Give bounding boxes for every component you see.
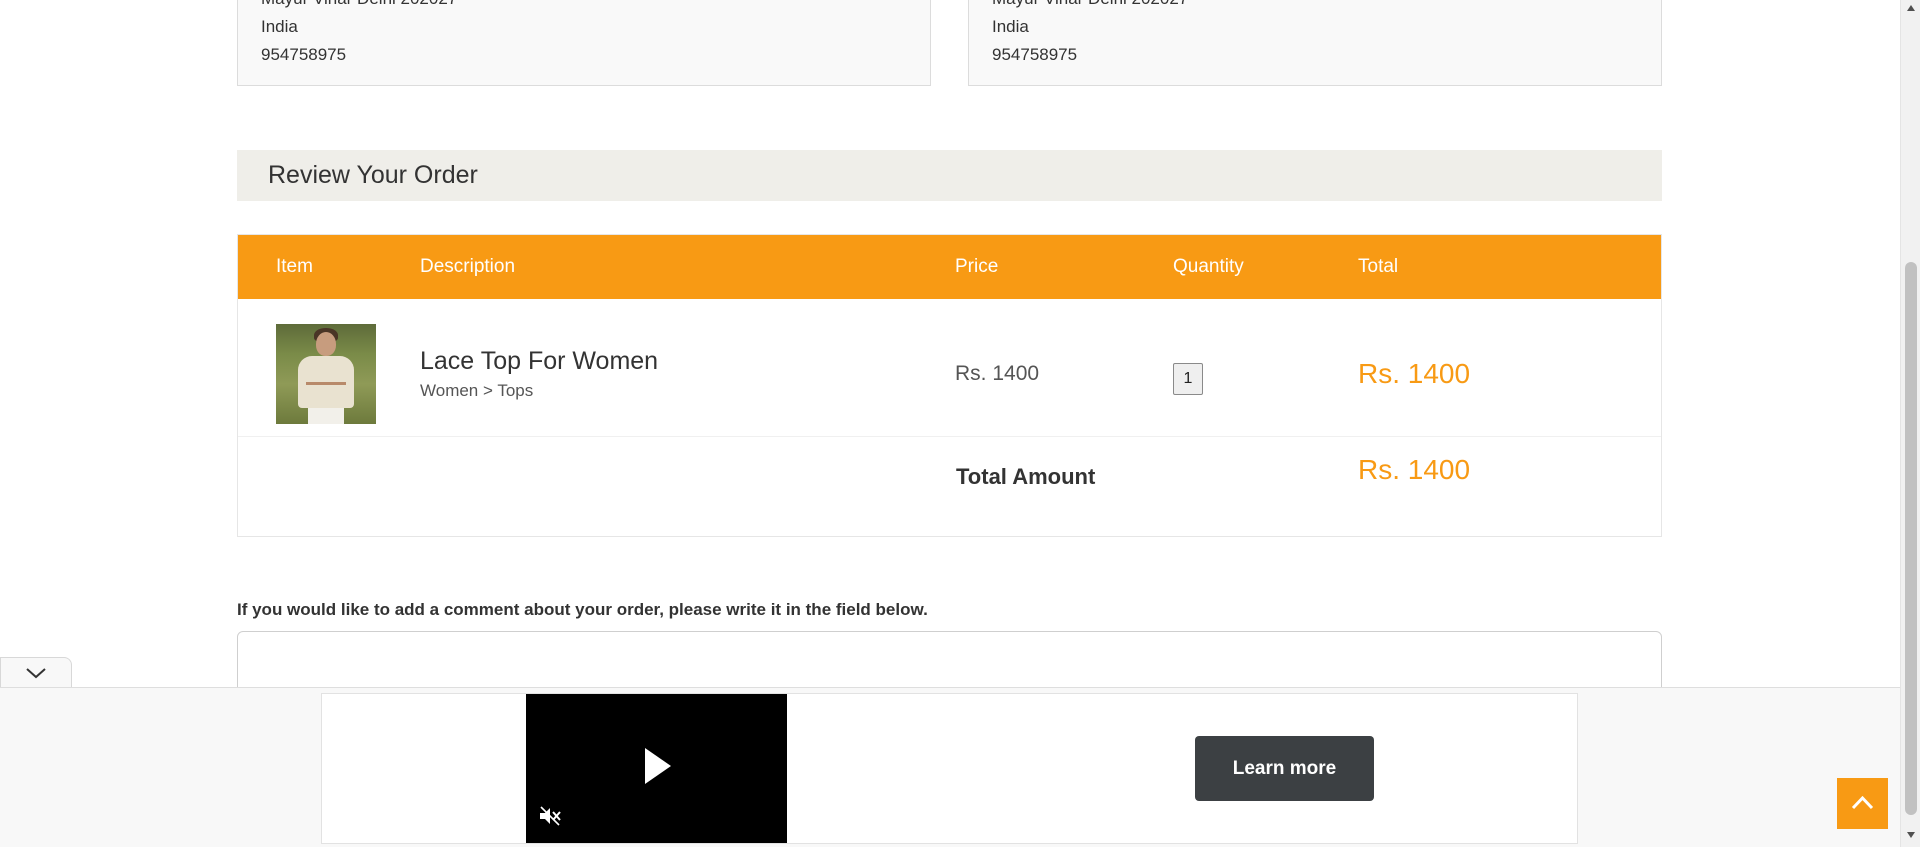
column-header-price: Price bbox=[955, 256, 999, 277]
address-phone: 954758975 bbox=[261, 45, 347, 64]
product-photo[interactable] bbox=[276, 324, 376, 424]
comment-instructions: If you would like to add a comment about… bbox=[237, 600, 928, 619]
ad-frame[interactable] bbox=[321, 693, 1578, 844]
address-country: India bbox=[992, 17, 1029, 36]
learn-more-button[interactable]: Learn more bbox=[1195, 736, 1374, 801]
column-header-quantity: Quantity bbox=[1173, 256, 1244, 277]
scrollbar-thumb[interactable] bbox=[1905, 262, 1917, 815]
address-line: Mayur Vihar Delhi 202027 bbox=[261, 0, 907, 13]
checkout-page: Mayur Vihar Delhi 202027 India 954758975… bbox=[0, 0, 1900, 847]
scroll-up-arrow-icon[interactable] bbox=[1906, 4, 1916, 12]
ad-video-player[interactable] bbox=[526, 694, 787, 843]
quantity-field[interactable]: 1 bbox=[1173, 363, 1203, 395]
address-line: Mayur Vihar Delhi 202027 bbox=[992, 0, 1638, 13]
table-row: Lace Top For Women Women > Tops Rs. 1400… bbox=[238, 299, 1661, 437]
column-header-description: Description bbox=[420, 256, 516, 277]
product-category: Women > Tops bbox=[420, 381, 534, 400]
total-amount-value: Rs. 1400 bbox=[1358, 454, 1471, 485]
column-header-item: Item bbox=[276, 256, 313, 277]
table-header-row: Item Description Price Quantity Total bbox=[238, 235, 1661, 299]
column-header-total: Total bbox=[1358, 256, 1399, 277]
order-table: Item Description Price Quantity Total La… bbox=[237, 234, 1662, 537]
chevron-up-icon bbox=[1851, 795, 1874, 810]
review-order-heading: Review Your Order bbox=[237, 150, 1662, 201]
product-name[interactable]: Lace Top For Women bbox=[420, 347, 658, 376]
shipping-address-card: Mayur Vihar Delhi 202027 India 954758975 bbox=[968, 0, 1662, 86]
ad-collapse-button[interactable] bbox=[0, 657, 72, 687]
scroll-down-arrow-icon[interactable] bbox=[1906, 831, 1916, 839]
product-line-total: Rs. 1400 bbox=[1358, 358, 1471, 389]
back-to-top-button[interactable] bbox=[1837, 778, 1888, 829]
muted-speaker-icon[interactable] bbox=[539, 806, 561, 826]
billing-address-card: Mayur Vihar Delhi 202027 India 954758975 bbox=[237, 0, 931, 86]
chevron-down-icon bbox=[26, 668, 46, 679]
total-amount-label: Total Amount bbox=[956, 464, 1096, 489]
product-price: Rs. 1400 bbox=[955, 362, 1040, 385]
play-icon[interactable] bbox=[645, 748, 671, 784]
address-country: India bbox=[261, 17, 298, 36]
address-phone: 954758975 bbox=[992, 45, 1078, 64]
page-scrollbar[interactable] bbox=[1900, 0, 1920, 847]
